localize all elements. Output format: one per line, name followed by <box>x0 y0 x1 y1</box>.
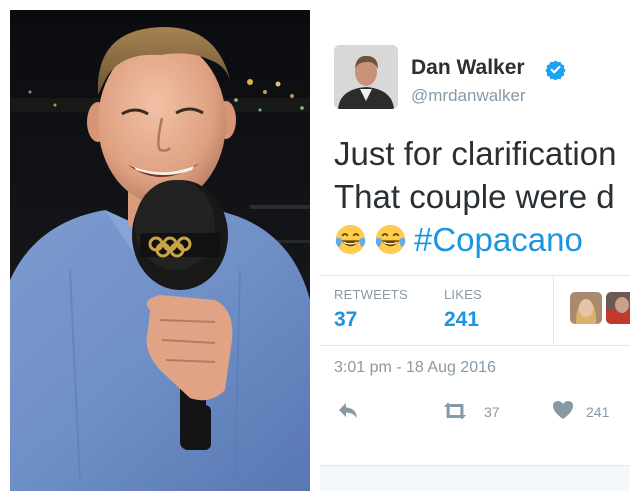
retweets-count: 37 <box>334 308 358 331</box>
tweet-card: Dan Walker @mrdanwalker Just for clarifi… <box>320 10 630 491</box>
face-with-tears-of-joy-icon <box>335 224 366 255</box>
tweet-footer-area <box>320 465 630 491</box>
profile-avatar[interactable] <box>334 45 398 109</box>
tweet-stats: RETWEETS 37 LIKES 241 <box>320 275 630 346</box>
username[interactable]: @mrdanwalker <box>411 86 526 106</box>
presenter-photo <box>10 10 310 491</box>
display-name[interactable]: Dan Walker <box>411 56 525 80</box>
stats-divider <box>553 276 554 345</box>
tweet-text-line-3: #Copacano <box>334 218 630 261</box>
retweet-icon[interactable] <box>441 400 469 422</box>
face-with-tears-of-joy-icon <box>375 224 406 255</box>
presenter-illustration <box>10 10 310 491</box>
tweet-text: Just for clarification That couple were … <box>334 132 630 261</box>
heart-icon[interactable] <box>552 400 574 420</box>
likes-count: 241 <box>444 308 480 331</box>
liker-avatar[interactable] <box>570 292 602 324</box>
avatar-image <box>334 45 398 109</box>
tweet-text-line-2: That couple were d <box>334 178 615 215</box>
liker-avatar-image <box>606 292 630 324</box>
retweet-action-count: 37 <box>484 404 500 420</box>
likes-stat[interactable]: LIKES 241 <box>444 287 482 332</box>
verified-badge-icon <box>545 60 566 80</box>
retweets-label: RETWEETS <box>334 287 408 302</box>
liker-avatar[interactable] <box>606 292 630 324</box>
reply-icon[interactable] <box>336 400 360 422</box>
hashtag-link[interactable]: #Copacano <box>414 221 583 258</box>
retweets-stat[interactable]: RETWEETS 37 <box>334 287 408 332</box>
tweet-text-line-1: Just for clarification <box>334 135 617 172</box>
like-action-count: 241 <box>586 404 610 420</box>
tweet-timestamp[interactable]: 3:01 pm - 18 Aug 2016 <box>334 359 496 377</box>
tweet-actions: 37 241 <box>320 398 630 426</box>
likes-label: LIKES <box>444 287 482 302</box>
liker-avatar-image <box>570 292 602 324</box>
